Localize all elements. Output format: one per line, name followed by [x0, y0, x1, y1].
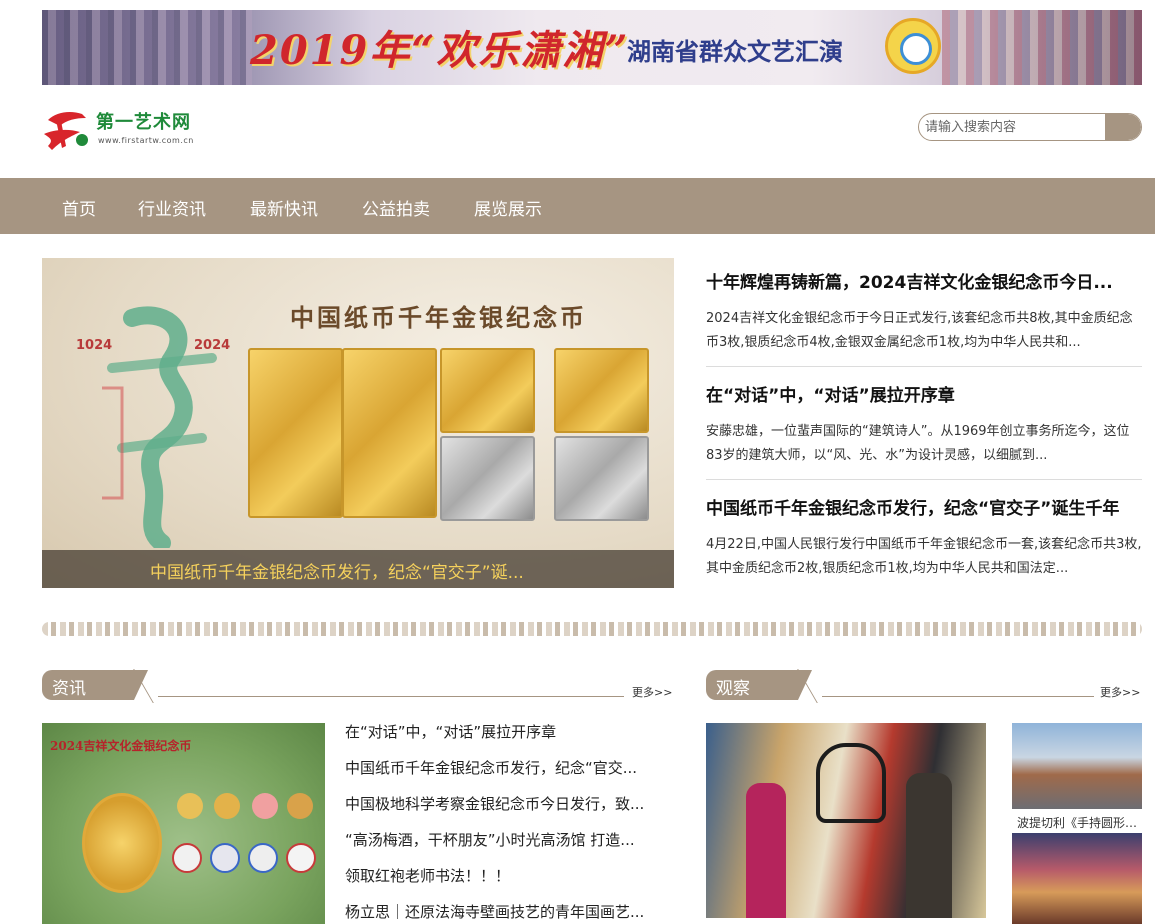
list-item[interactable]: 中国极地科学考察金银纪念币今日发行，致... [345, 793, 675, 829]
search-box [918, 113, 1142, 141]
list-item[interactable]: “高汤梅酒，干杯朋友”小时光高汤馆 打造... [345, 829, 675, 865]
section-news-tab: 资讯 [42, 670, 148, 700]
section-observe-rule [822, 696, 1094, 697]
logo-url: www.firstartw.com.cn [98, 136, 194, 145]
section-observe-more-link[interactable]: 更多>> [1100, 684, 1140, 700]
banner-title: 2019年“欢乐潇湘” [250, 27, 630, 74]
separator-line [706, 366, 1142, 367]
slider-caption-bar[interactable]: 中国纸币千年金银纪念币发行，纪念“官交子”诞... [42, 550, 674, 588]
search-button[interactable] [1105, 114, 1141, 140]
news-feature-image-title: 2024吉祥文化金银纪念币 [50, 739, 192, 753]
featured-news-summary: 安藤忠雄，一位蜚声国际的“建筑诗人”。从1969年创立事务所迄今，这位83岁的建… [706, 424, 1130, 463]
observe-feature-image[interactable] [706, 723, 986, 918]
featured-news-item[interactable]: 十年辉煌再铸新篇，2024吉祥文化金银纪念币今日... 2024吉祥文化金银纪念… [706, 268, 1142, 355]
banner-crowd-right-image [942, 10, 1142, 85]
banner-crowd-left-image [42, 10, 252, 85]
silver-coin-2-image [554, 436, 649, 521]
separator-line [706, 479, 1142, 480]
observe-thumb-1-caption[interactable]: 波提切利《手持圆形圣... [1017, 814, 1139, 831]
painting-figure-right-icon [906, 773, 952, 918]
gold-coin-4-image [554, 348, 649, 433]
slider-year-left: 1024 [76, 338, 113, 353]
featured-news-separator [706, 479, 1142, 480]
painting-figure-left-icon [746, 783, 786, 918]
slider-year-right: 2024 [194, 338, 231, 353]
calligraphy-image [102, 306, 217, 548]
section-observe-tab: 观察 [706, 670, 812, 700]
slider-image-title: 中国纸币千年金银纪念币 [290, 303, 587, 332]
image-coin-1-icon [177, 793, 203, 819]
image-coin-8-icon [286, 843, 316, 873]
banner-subtitle: 湖南省群众文艺汇演 [627, 38, 843, 66]
nav-item-latest-news[interactable]: 最新快讯 [250, 195, 318, 220]
section-news-rule [158, 696, 624, 697]
list-item[interactable]: 中国纸币千年金银纪念币发行，纪念“官交... [345, 757, 675, 793]
top-banner-ad[interactable]: 2019年“欢乐潇湘” 湖南省群众文艺汇演 [42, 10, 1142, 85]
featured-news-summary: 4月22日,中国人民银行发行中国纸币千年金银纪念币一套,该套纪念币共3枚,其中金… [706, 537, 1142, 576]
main-nav: 首页 行业资讯 最新快讯 公益拍卖 展览展示 [0, 178, 1155, 234]
logo-name: 第一艺术网 [96, 112, 191, 133]
section-news-more-link[interactable]: 更多>> [632, 684, 672, 700]
search-input[interactable] [919, 114, 1109, 140]
image-coin-3-icon [252, 793, 278, 819]
decorative-divider [42, 622, 1142, 636]
featured-news-summary: 2024吉祥文化金银纪念币于今日正式发行,该套纪念币共8枚,其中金质纪念币3枚,… [706, 311, 1133, 350]
list-item[interactable]: 领取红袍老师书法！！！ [345, 865, 675, 901]
featured-news-item[interactable]: 中国纸币千年金银纪念币发行，纪念“官交子”诞生千年 4月22日,中国人民银行发行… [706, 494, 1142, 581]
nav-item-exhibition[interactable]: 展览展示 [474, 195, 542, 220]
logo-brush-icon [44, 112, 88, 150]
slider-caption: 中国纸币千年金银纪念币发行，纪念“官交子”诞... [150, 563, 524, 583]
painting-skull-icon [816, 743, 886, 823]
banner-emblem-icon [885, 18, 941, 74]
image-ornament-icon [82, 793, 162, 893]
image-coin-5-icon [172, 843, 202, 873]
gold-coin-3-image [440, 348, 535, 433]
image-coin-4-icon [287, 793, 313, 819]
observe-thumb-2-image[interactable] [1012, 833, 1142, 924]
image-coin-2-icon [214, 793, 240, 819]
image-coin-6-icon [210, 843, 240, 873]
nav-item-charity-auction[interactable]: 公益拍卖 [362, 195, 430, 220]
featured-slider[interactable]: 1024 2024 中国纸币千年金银纪念币 中国纸币千年金银纪念币发行，纪念“官… [42, 258, 674, 588]
section-news-title: 资讯 [52, 679, 86, 699]
nav-item-industry-news[interactable]: 行业资讯 [138, 195, 206, 220]
image-coin-7-icon [248, 843, 278, 873]
featured-news-title[interactable]: 在“对话”中，“对话”展拉开序章 [706, 381, 1142, 406]
gold-coin-2-image [342, 348, 437, 518]
featured-news-item[interactable]: 在“对话”中，“对话”展拉开序章 安藤忠雄，一位蜚声国际的“建筑诗人”。从196… [706, 381, 1142, 468]
featured-news-title[interactable]: 十年辉煌再铸新篇，2024吉祥文化金银纪念币今日... [706, 268, 1142, 293]
silver-coin-1-image [440, 436, 535, 521]
news-list: 在“对话”中，“对话”展拉开序章 中国纸币千年金银纪念币发行，纪念“官交... … [345, 721, 675, 924]
featured-news-title[interactable]: 中国纸币千年金银纪念币发行，纪念“官交子”诞生千年 [706, 494, 1142, 519]
section-observe-title: 观察 [716, 679, 750, 699]
featured-news-separator [706, 366, 1142, 367]
gold-coin-1-image [248, 348, 343, 518]
news-feature-image[interactable]: 2024吉祥文化金银纪念币 [42, 723, 325, 924]
observe-thumb-1-image[interactable] [1012, 723, 1142, 809]
site-logo[interactable]: 第一艺术网 www.firstartw.com.cn [42, 104, 212, 154]
list-item[interactable]: 在“对话”中，“对话”展拉开序章 [345, 721, 675, 757]
list-item[interactable]: 杨立思｜还原法海寺壁画技艺的青年国画艺... [345, 901, 675, 924]
nav-item-home[interactable]: 首页 [62, 195, 96, 220]
